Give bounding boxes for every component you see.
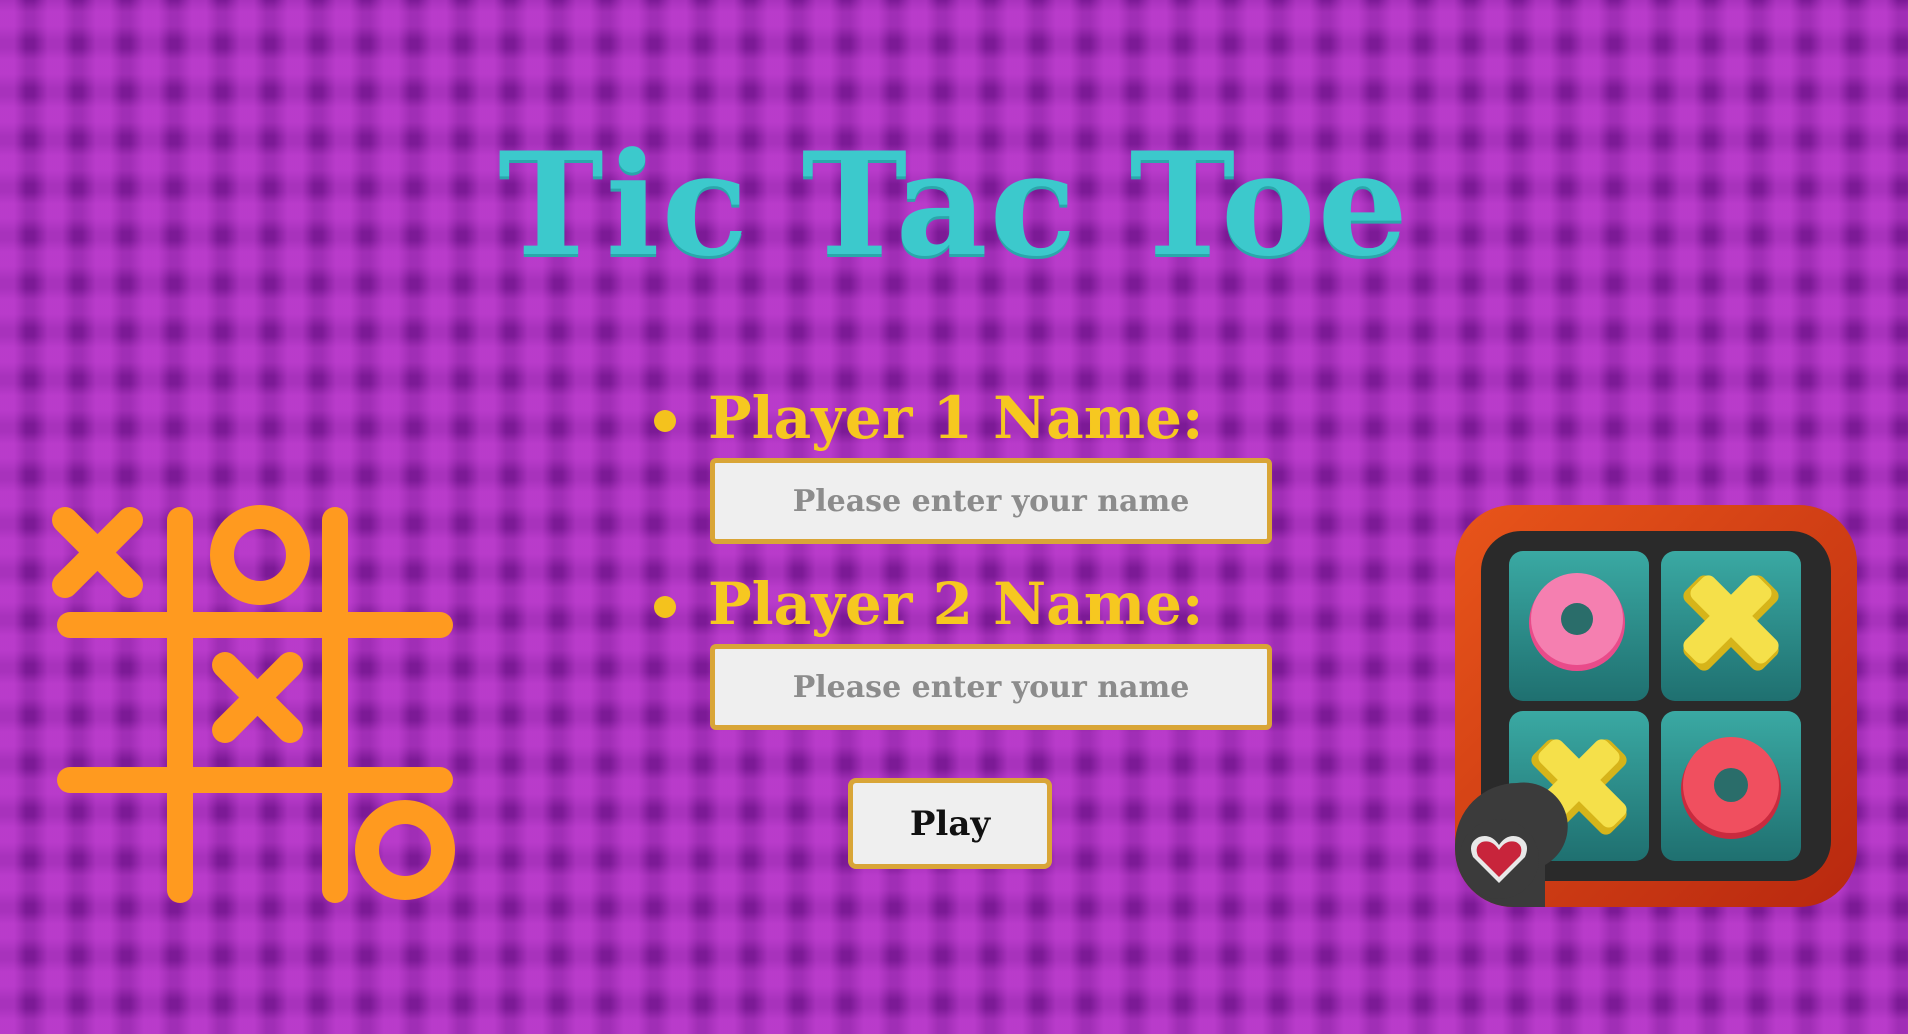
player-2-entry: Player 2 Name: (640, 566, 1280, 752)
bullet-icon (654, 410, 676, 432)
bullet-icon (654, 596, 676, 618)
game-title: Tic Tac Toe (498, 122, 1410, 288)
red-o-piece-icon (1681, 737, 1781, 839)
player-1-name-input[interactable] (710, 458, 1272, 544)
play-button[interactable]: Play (848, 778, 1052, 869)
tic-tac-toe-app-icon (1455, 505, 1857, 907)
player-name-form: Player 1 Name: Player 2 Name: (640, 380, 1280, 752)
o-mark-icon (355, 800, 455, 900)
tic-tac-toe-grid-icon (52, 505, 455, 903)
player-1-label: Player 1 Name: (708, 384, 1204, 452)
pink-o-piece-icon (1529, 573, 1625, 671)
player-1-entry: Player 1 Name: (640, 380, 1280, 566)
player-2-name-input[interactable] (710, 644, 1272, 730)
player-2-label: Player 2 Name: (708, 570, 1204, 638)
x-mark-icon (52, 507, 143, 598)
o-mark-icon (210, 505, 310, 605)
x-mark-icon (212, 652, 303, 743)
